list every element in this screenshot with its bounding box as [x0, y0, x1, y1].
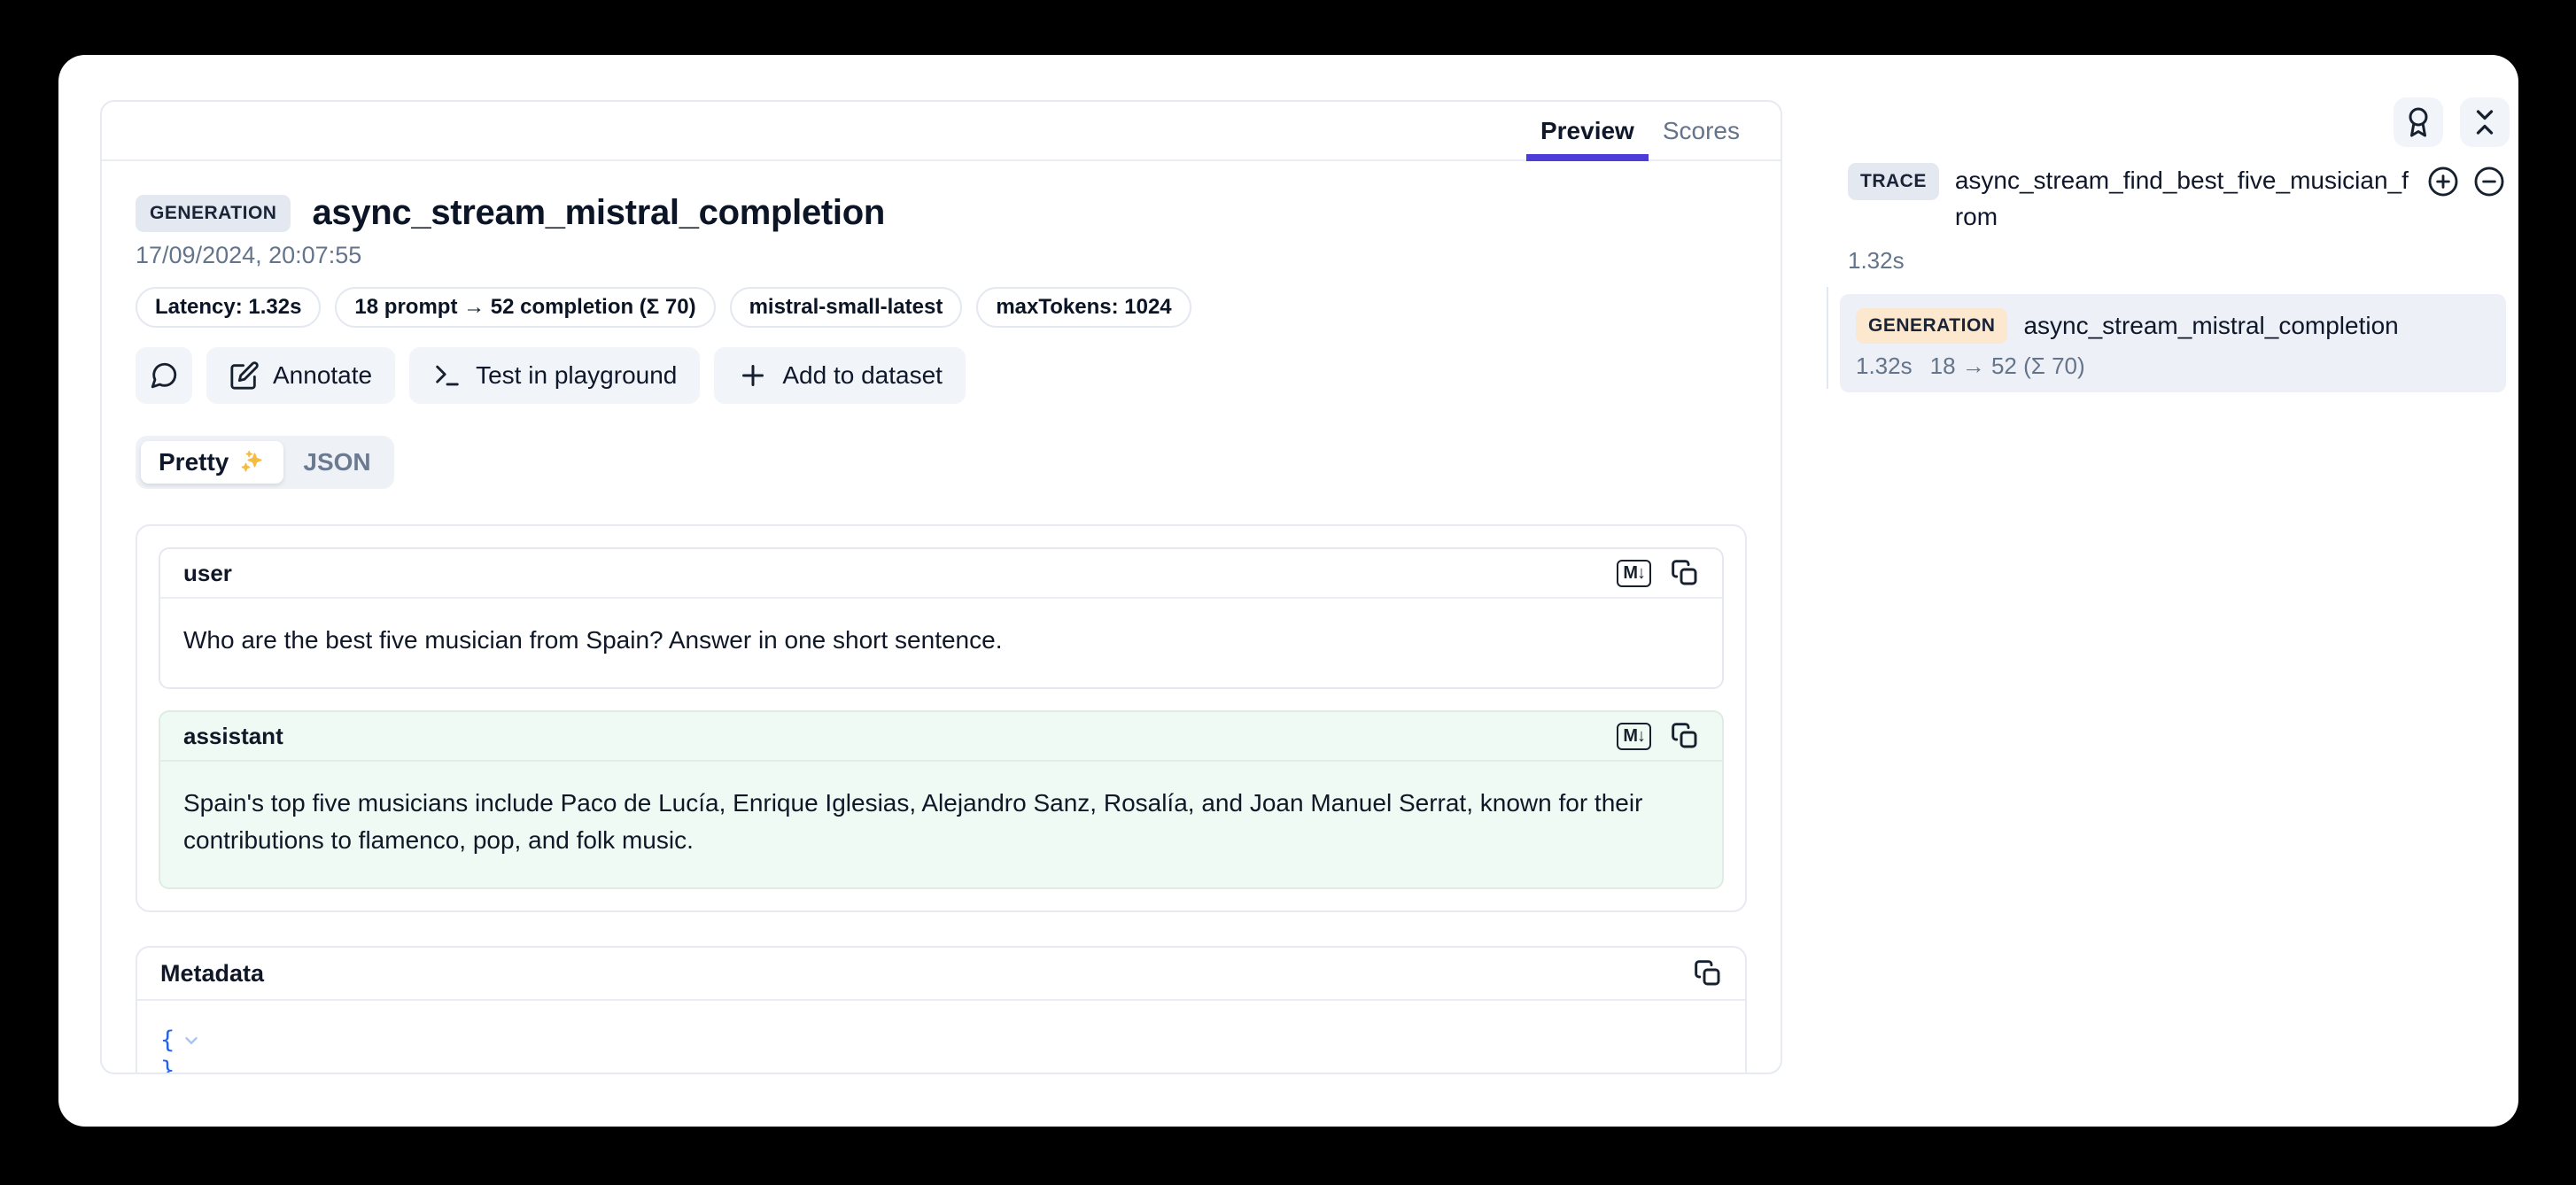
plus-icon	[737, 360, 769, 391]
copy-icon	[1671, 559, 1699, 587]
copy-icon	[1694, 959, 1722, 988]
trace-tree-sidebar: TRACE async_stream_find_best_five_musici…	[1812, 55, 2518, 1127]
zoom-out-icon	[2472, 165, 2506, 198]
generation-type-badge: GENERATION	[1856, 308, 2007, 344]
generation-tokens: 18 → 52 (Σ 70)	[1930, 352, 2085, 380]
copy-metadata-button[interactable]	[1694, 959, 1722, 988]
assistant-message-box: assistant M↓ Spain's top five musicians …	[159, 710, 1724, 889]
view-toggle-pretty[interactable]: Pretty	[141, 441, 283, 484]
json-open-brace: {	[160, 1026, 175, 1056]
zoom-in-button[interactable]	[2426, 165, 2460, 198]
generation-latency: 1.32s	[1856, 352, 1913, 380]
annotate-icon	[229, 360, 260, 391]
pretty-label: Pretty	[159, 448, 229, 476]
tab-scores[interactable]: Scores	[1649, 102, 1754, 159]
metadata-title: Metadata	[160, 960, 264, 988]
zoom-out-button[interactable]	[2472, 165, 2506, 198]
json-close-brace: }	[160, 1056, 175, 1074]
assistant-message-content: Spain's top five musicians include Paco …	[160, 762, 1722, 887]
trace-name: async_stream_find_best_five_musician_fro…	[1955, 163, 2410, 235]
user-message-box: user M↓ Who are the best five musician f…	[159, 547, 1724, 689]
preview-tab-bar: Preview Scores	[102, 102, 1781, 161]
comment-button[interactable]	[136, 347, 192, 404]
markdown-icon[interactable]: M↓	[1617, 560, 1651, 587]
annotation-queue-button[interactable]	[2394, 97, 2443, 147]
trace-latency: 1.32s	[1848, 247, 2506, 275]
trace-tree-item-trace[interactable]: TRACE async_stream_find_best_five_musici…	[1848, 163, 2506, 235]
award-icon	[2402, 106, 2434, 138]
tab-preview[interactable]: Preview	[1526, 102, 1649, 159]
markdown-icon[interactable]: M↓	[1617, 723, 1651, 750]
collapse-tree-button[interactable]	[2460, 97, 2510, 147]
action-buttons: Annotate Test in playground Add to datas…	[136, 347, 1747, 404]
copy-icon	[1671, 722, 1699, 750]
generation-name: async_stream_mistral_completion	[2023, 312, 2398, 340]
collapse-vertical-icon	[2469, 106, 2501, 138]
observation-type-badge: GENERATION	[136, 195, 291, 232]
user-message-content: Who are the best five musician from Spai…	[160, 599, 1722, 687]
metadata-card: Metadata { }	[136, 946, 1747, 1074]
observation-detail: GENERATION async_stream_mistral_completi…	[102, 161, 1781, 1074]
copy-user-message-button[interactable]	[1671, 559, 1699, 587]
metadata-json: { }	[137, 1001, 1745, 1074]
io-preview: user M↓ Who are the best five musician f…	[136, 524, 1747, 912]
trace-tree-item-generation[interactable]: GENERATION async_stream_mistral_completi…	[1840, 294, 2506, 392]
comment-icon	[149, 360, 179, 391]
latency-chip: Latency: 1.32s	[136, 287, 321, 328]
view-toggle: Pretty JSON	[136, 436, 394, 489]
max-tokens-chip: maxTokens: 1024	[976, 287, 1191, 328]
view-toggle-json[interactable]: JSON	[285, 441, 388, 484]
app-window: Preview Scores GENERATION async_stream_m…	[58, 55, 2518, 1127]
trace-type-badge: TRACE	[1848, 163, 1939, 200]
observation-timestamp: 17/09/2024, 20:07:55	[136, 242, 1747, 269]
assistant-role-label: assistant	[183, 723, 283, 750]
token-usage-chip: 18 prompt → 52 completion (Σ 70)	[335, 287, 715, 328]
test-in-playground-button[interactable]: Test in playground	[409, 347, 700, 404]
sparkles-icon	[239, 449, 266, 476]
user-role-label: user	[183, 560, 232, 587]
annotate-button[interactable]: Annotate	[206, 347, 395, 404]
model-chip: mistral-small-latest	[730, 287, 963, 328]
add-to-dataset-label: Add to dataset	[782, 361, 943, 390]
observation-preview-card: Preview Scores GENERATION async_stream_m…	[100, 100, 1782, 1074]
copy-assistant-message-button[interactable]	[1671, 722, 1699, 750]
zoom-in-icon	[2426, 165, 2460, 198]
chevron-down-icon[interactable]	[182, 1031, 201, 1050]
observation-chips: Latency: 1.32s 18 prompt → 52 completion…	[136, 287, 1747, 328]
terminal-icon	[432, 360, 462, 391]
annotate-label: Annotate	[273, 361, 372, 390]
add-to-dataset-button[interactable]: Add to dataset	[714, 347, 966, 404]
observation-title: async_stream_mistral_completion	[312, 193, 885, 233]
test-in-playground-label: Test in playground	[476, 361, 677, 390]
